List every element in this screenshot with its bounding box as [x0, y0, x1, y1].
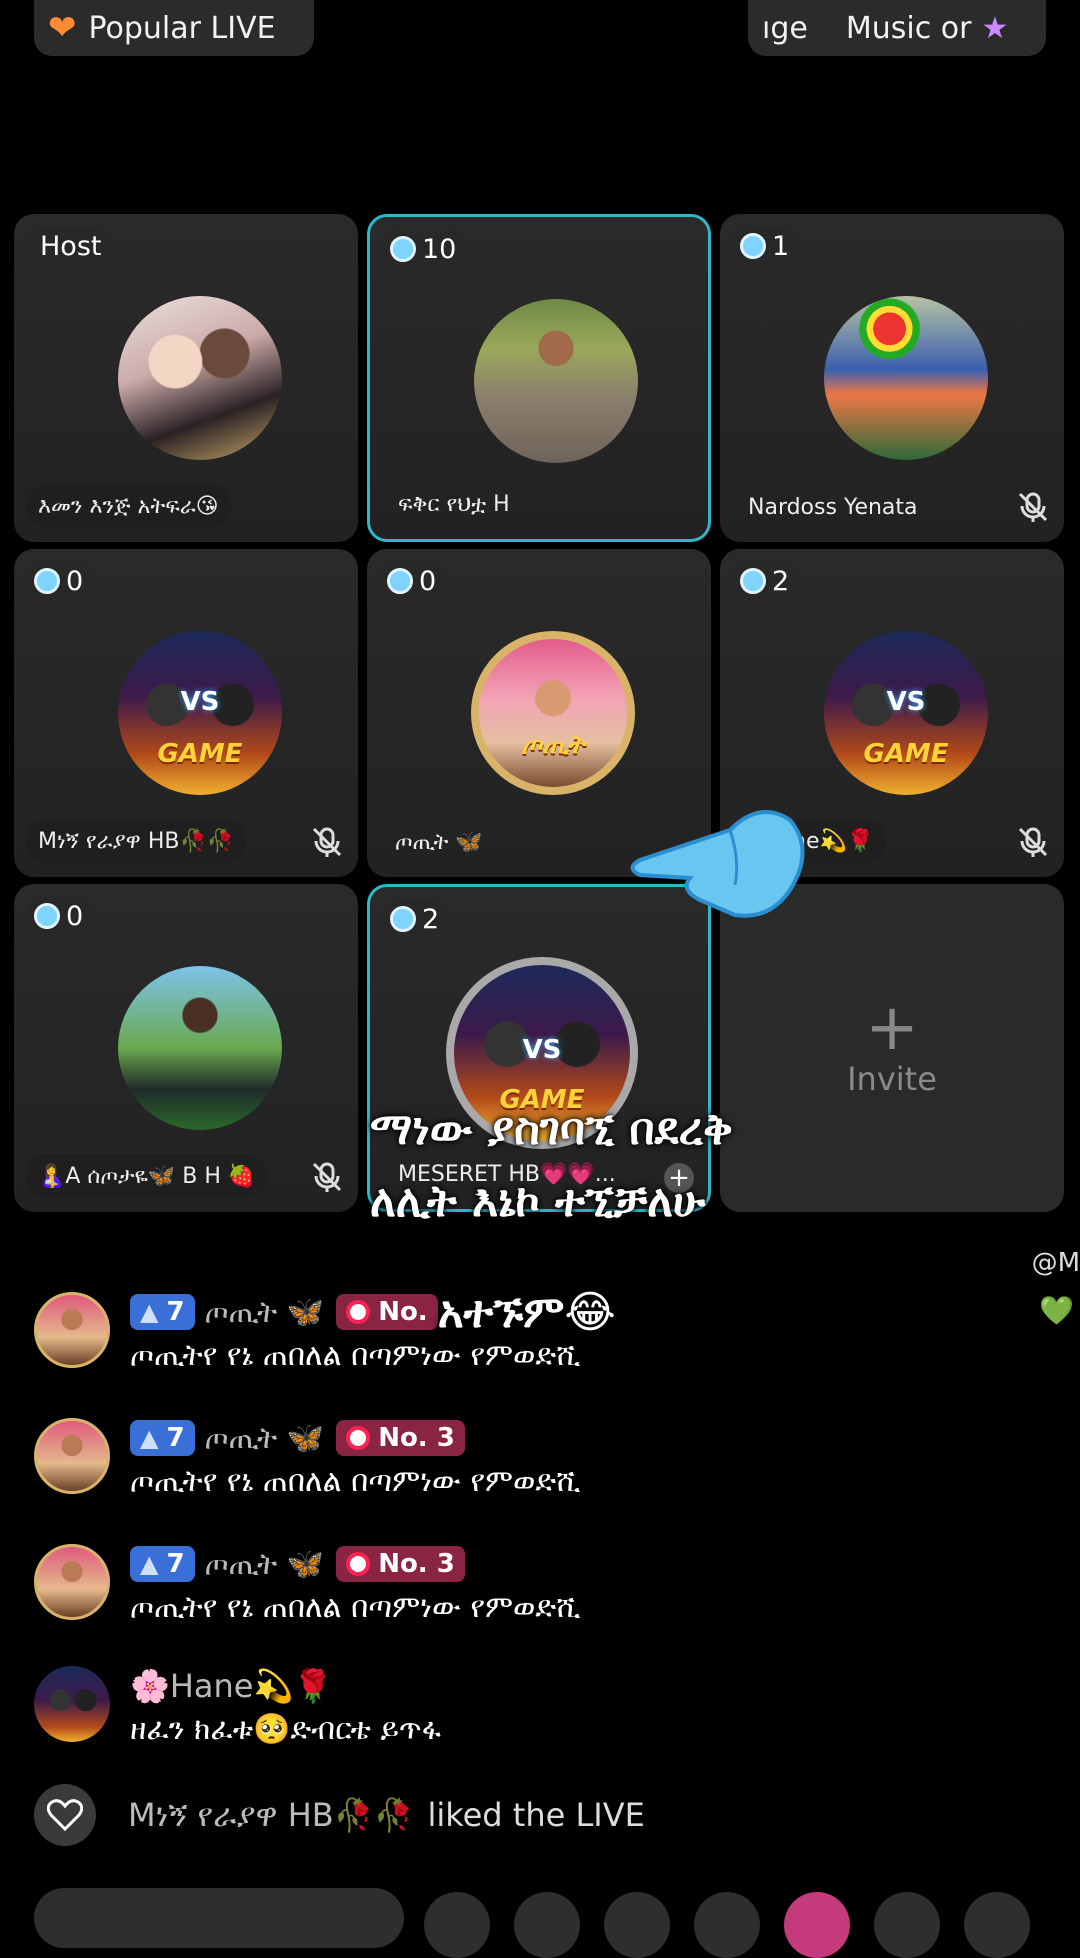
gem-icon	[740, 233, 766, 259]
rank-badge: No. 3	[336, 1420, 465, 1456]
seat-name: Nardoss Yenata	[748, 495, 918, 520]
guest-seat-host[interactable]: Host እመን እንጅ አትፍራ😘	[14, 214, 358, 542]
medal-icon	[346, 1300, 371, 1324]
level-badge: ▲ 7	[130, 1546, 195, 1582]
like-action: liked the LIVE	[427, 1796, 645, 1834]
overlay-line-3: አተኙም😂	[437, 1286, 616, 1338]
heart-icon: ❤	[48, 8, 77, 48]
avatar[interactable]	[118, 296, 282, 460]
gift-icon[interactable]	[784, 1892, 850, 1958]
comment-user[interactable]: ጦጢት 🦋	[205, 1547, 325, 1582]
seat-name: እመን እንጅ አትፍራ😘	[26, 484, 231, 528]
top-right-tabs[interactable]: ıge Music or ★	[748, 0, 1046, 56]
pointing-hand-icon	[630, 810, 805, 918]
action-icon[interactable]	[604, 1892, 670, 1958]
medal-icon	[346, 1426, 371, 1450]
guest-seat-2[interactable]: 10 ፍቅር የህቷ H	[367, 214, 711, 542]
avatar[interactable]: ጦጢት	[471, 631, 635, 795]
heart-outline-icon[interactable]	[34, 1784, 96, 1846]
score-badge: 0	[379, 561, 449, 601]
comment-input[interactable]	[34, 1888, 404, 1948]
invite-seat[interactable]: + Invite	[720, 884, 1064, 1212]
score-badge: 2	[732, 561, 802, 601]
bottom-bar	[34, 1888, 1080, 1958]
guest-seat-3[interactable]: 1 Nardoss Yenata	[720, 214, 1064, 542]
popular-live-button[interactable]: ❤ Popular LIVE	[34, 0, 314, 56]
gem-icon	[387, 568, 413, 594]
avatar[interactable]	[34, 1292, 110, 1368]
comment-text: ዘፈን ክፈቱ🥺ድብርቴ ይጥፋ	[130, 1712, 441, 1747]
host-badge: Host	[26, 226, 116, 266]
avatar[interactable]	[824, 296, 988, 460]
action-icon[interactable]	[424, 1892, 490, 1958]
avatar[interactable]	[474, 299, 638, 463]
green-heart-icon: 💚	[1039, 1294, 1074, 1327]
action-icon[interactable]	[514, 1892, 580, 1958]
popular-live-label: Popular LIVE	[88, 10, 276, 46]
seat-name: 🤱A ሰጦታዬ🦋 B H 🍓	[26, 1154, 268, 1198]
avatar[interactable]	[34, 1418, 110, 1494]
seat-name: Mነኝ የራያዋ HB🥀🥀	[26, 819, 247, 863]
comment-text: ጦጢትየ የኔ ጠበለል በጣምነው የምወድሺ	[130, 1338, 581, 1373]
guest-seat-4[interactable]: 0 VS GAME Mነኝ የራያዋ HB🥀🥀	[14, 549, 358, 877]
score-badge: 0	[26, 561, 96, 601]
like-user[interactable]: Mነኝ የራያዋ HB🥀🥀	[128, 1796, 413, 1835]
comment-text: ጦጢትየ የኔ ጠበለል በጣምነው የምወድሺ	[130, 1590, 581, 1625]
gem-icon	[34, 903, 60, 929]
overlay-line-1: ማነው ያስገባኚ በደረቅ	[370, 1104, 733, 1155]
avatar[interactable]	[118, 966, 282, 1130]
score-badge: 1	[732, 226, 802, 266]
gem-icon	[390, 906, 416, 932]
comment-user[interactable]: ጦጢት 🦋	[205, 1295, 325, 1330]
like-notification: Mነኝ የራያዋ HB🥀🥀 liked the LIVE	[34, 1784, 645, 1846]
medal-icon	[346, 1552, 371, 1576]
edge-handle: @M	[1031, 1248, 1080, 1278]
action-icon[interactable]	[874, 1892, 940, 1958]
avatar[interactable]: VS GAME	[824, 631, 988, 795]
triangle-icon: ▲	[140, 1550, 159, 1578]
score-badge: 10	[382, 229, 469, 269]
comment-user[interactable]: ጦጢት 🦋	[205, 1421, 325, 1456]
avatar[interactable]: VS GAME	[118, 631, 282, 795]
share-icon[interactable]	[964, 1892, 1030, 1958]
mic-off-icon	[1018, 827, 1048, 857]
score-badge: 0	[26, 896, 96, 936]
triangle-icon: ▲	[140, 1424, 159, 1452]
seat-name: ጦጢት 🦋	[395, 830, 483, 855]
mic-off-icon	[312, 1162, 342, 1192]
guest-seat-7[interactable]: 0 🤱A ሰጦታዬ🦋 B H 🍓	[14, 884, 358, 1212]
guest-seat-8[interactable]: 2 VS GAME MESERET HB💗💗... +	[367, 884, 711, 1212]
comment-user[interactable]: 🌸Hane💫🌹	[130, 1667, 333, 1705]
level-badge: ▲ 7	[130, 1420, 195, 1456]
tab-music[interactable]: Music or	[846, 11, 972, 46]
music-icon: ★	[981, 10, 1009, 46]
plus-icon: +	[865, 991, 919, 1065]
rank-badge: No. 3	[336, 1546, 465, 1582]
tab-partial[interactable]: ıge	[762, 11, 808, 46]
gem-icon	[740, 568, 766, 594]
rank-badge: No.	[336, 1294, 438, 1330]
avatar[interactable]	[34, 1666, 110, 1742]
gem-icon	[390, 236, 416, 262]
score-badge: 2	[382, 899, 452, 939]
avatar[interactable]	[34, 1544, 110, 1620]
action-icon[interactable]	[694, 1892, 760, 1958]
overlay-line-2: ለሊት እኔኮ ተኚቻለሁ	[370, 1176, 706, 1227]
gem-icon	[34, 568, 60, 594]
mic-off-icon	[1018, 492, 1048, 522]
invite-label: Invite	[847, 1060, 937, 1098]
triangle-icon: ▲	[140, 1298, 159, 1326]
level-badge: ▲ 7	[130, 1294, 195, 1330]
mic-off-icon	[312, 827, 342, 857]
seat-name: ፍቅር የህቷ H	[398, 492, 510, 517]
comment-text: ጦጢትየ የኔ ጠበለል በጣምነው የምወድሺ	[130, 1464, 581, 1499]
